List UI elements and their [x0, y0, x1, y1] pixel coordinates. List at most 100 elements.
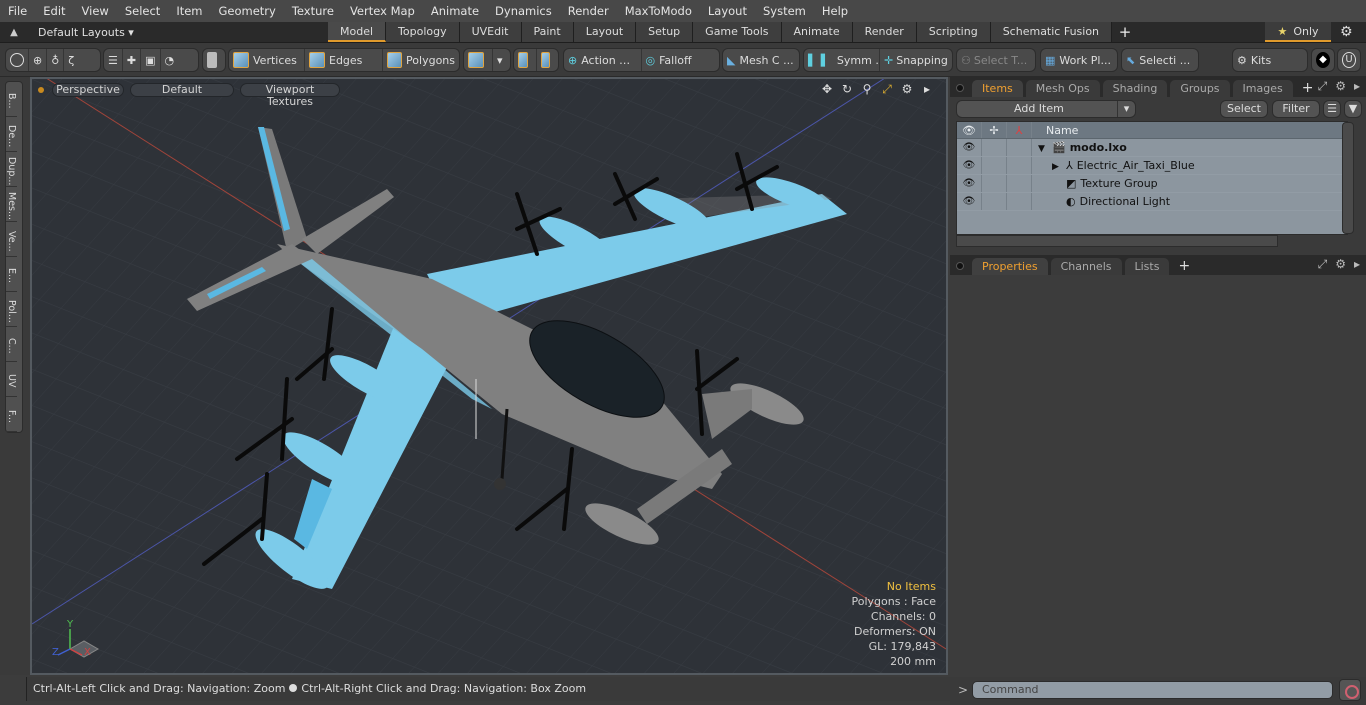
visibility-eye-icon[interactable]: 👁 [957, 139, 982, 156]
properties-dot-icon[interactable] [956, 262, 964, 270]
menu-layout[interactable]: Layout [700, 0, 755, 22]
lock-cell[interactable] [982, 139, 1007, 156]
pan-icon[interactable]: ✥ [820, 82, 834, 97]
menu-file[interactable]: File [0, 0, 35, 22]
side-tab[interactable]: De... [6, 117, 17, 152]
items-tab-groups[interactable]: Groups [1170, 80, 1230, 97]
properties-expand-icon[interactable]: ⤢ [1318, 257, 1328, 272]
add-tab-button[interactable]: + [1112, 22, 1138, 42]
lock-column-icon[interactable]: ✢ [982, 122, 1007, 138]
menu-animate[interactable]: Animate [423, 0, 487, 22]
symmetry-button[interactable]: ▌▐ Symm ... [804, 49, 880, 71]
dial-button[interactable]: ◔ [161, 49, 179, 71]
filter-button[interactable]: Filter [1272, 100, 1320, 118]
menu-edit[interactable]: Edit [35, 0, 73, 22]
default-layouts-dropdown[interactable]: Default Layouts ▾ [28, 26, 328, 39]
menu-geometry[interactable]: Geometry [211, 0, 284, 22]
vertices-button[interactable]: Vertices [229, 49, 305, 71]
snapping-button[interactable]: ✛ Snapping [880, 49, 952, 71]
expand-panel-icon[interactable]: ⤢ [1318, 79, 1328, 94]
menu-help[interactable]: Help [814, 0, 856, 22]
side-tab[interactable]: Pol... [6, 292, 17, 327]
side-tab[interactable]: Mes... [6, 187, 17, 222]
layout-tab-schematic-fusion[interactable]: Schematic Fusion [990, 21, 1113, 42]
properties-tab-lists[interactable]: Lists [1124, 258, 1170, 275]
viewport-active-dot[interactable] [38, 87, 44, 93]
stack-button[interactable]: ☰ [104, 49, 123, 71]
side-tab[interactable]: E... [6, 257, 17, 292]
name-column-header[interactable]: Name [1032, 122, 1078, 138]
tree-horizontal-scrollbar[interactable] [956, 235, 1278, 247]
items-tab-items[interactable]: Items [972, 80, 1023, 97]
properties-tab-properties[interactable]: Properties [972, 258, 1048, 275]
gear-icon[interactable]: ⚙ [1340, 24, 1353, 40]
locator-column-icon[interactable]: ⅄ [1007, 122, 1032, 138]
side-tab[interactable]: B... [6, 82, 17, 117]
circle-select-button[interactable] [6, 49, 29, 71]
side-tab[interactable]: F... [6, 397, 17, 432]
material-mode-button[interactable] [464, 49, 493, 71]
unreal-button[interactable]: U [1338, 49, 1360, 71]
scene-canvas[interactable]: Y X Z [32, 79, 946, 673]
side-tab[interactable]: Ve... [6, 222, 17, 257]
visibility-eye-icon[interactable]: 👁 [957, 157, 982, 174]
tree-row[interactable]: 👁 ◐ Directional Light [957, 193, 1347, 211]
tree-row[interactable]: 👁 ◩ Texture Group [957, 175, 1347, 193]
pivot-button[interactable] [537, 49, 559, 71]
shading-mode-button[interactable]: Default [130, 83, 234, 97]
menu-vertex-map[interactable]: Vertex Map [342, 0, 423, 22]
layout-tab-animate[interactable]: Animate [781, 21, 853, 42]
menu-dynamics[interactable]: Dynamics [487, 0, 560, 22]
center-button[interactable] [514, 49, 537, 71]
side-tab[interactable]: C... [6, 327, 17, 362]
panel-gear-icon[interactable]: ⚙ [1335, 79, 1346, 94]
properties-gear-icon[interactable]: ⚙ [1335, 257, 1346, 272]
zoom-icon[interactable]: ⚲ [860, 82, 874, 97]
layout-tab-uvedit[interactable]: UVEdit [459, 21, 522, 42]
add-properties-tab-button[interactable]: + [1172, 258, 1196, 275]
add-panel-tab-button[interactable]: + [1296, 80, 1320, 97]
action-button[interactable]: ⊕ Action … [564, 49, 642, 71]
lock-cell[interactable] [982, 193, 1007, 210]
globe-button[interactable]: ⊕ [29, 49, 48, 71]
panel-arrow-icon[interactable]: ▸ [1354, 79, 1360, 94]
items-tab-mesh-ops[interactable]: Mesh Ops [1025, 80, 1100, 97]
layout-tab-game-tools[interactable]: Game Tools [693, 21, 782, 42]
collapse-up-icon[interactable]: ▲ [0, 27, 28, 38]
item-mode-button[interactable] [203, 49, 225, 71]
select-button[interactable]: Select [1220, 100, 1268, 118]
expand-arrow-icon[interactable]: ▶ [1052, 158, 1066, 176]
edges-button[interactable]: Edges [305, 49, 383, 71]
menu-maxtomodo[interactable]: MaxToModo [617, 0, 700, 22]
falloff-button[interactable]: ◎ Falloff [642, 49, 720, 71]
layout-tab-paint[interactable]: Paint [521, 21, 574, 42]
layout-tab-render[interactable]: Render [852, 21, 917, 42]
funnel-button[interactable]: ▼ [1344, 100, 1362, 118]
side-tab[interactable]: UV [6, 362, 17, 397]
layout-tab-scripting[interactable]: Scripting [916, 21, 991, 42]
3d-viewport[interactable]: Y X Z Perspective Default Viewport Textu… [30, 77, 948, 675]
menu-system[interactable]: System [755, 0, 814, 22]
layout-tab-model[interactable]: Model [328, 21, 387, 42]
menu-view[interactable]: View [74, 0, 117, 22]
material-dropdown[interactable]: ▾ [493, 49, 507, 71]
kits-button[interactable]: ⚙ Kits [1233, 49, 1275, 71]
viewport-textures-button[interactable]: Viewport Textures [240, 83, 340, 108]
list-options-button[interactable]: ☰ [1323, 100, 1341, 118]
view-type-button[interactable]: Perspective [52, 83, 124, 97]
polygons-button[interactable]: Polygons [383, 49, 459, 71]
only-toggle[interactable]: ★ Only [1265, 22, 1331, 42]
selection-sets-button[interactable]: ⬉ Selecti ... [1122, 49, 1194, 71]
side-tab[interactable]: Dup... [6, 152, 17, 187]
mesh-constraint-button[interactable]: ◣ Mesh C ... [723, 49, 798, 71]
select-through-button[interactable]: ⚇ Select T... [957, 49, 1031, 71]
expand-arrow-icon[interactable]: ▼ [1038, 140, 1052, 158]
add-item-button[interactable]: Add Item ▾ [956, 100, 1136, 118]
tree-row[interactable]: 👁 ▶ ⅄ Electric_Air_Taxi_Blue [957, 157, 1347, 175]
work-plane-button[interactable]: ▦ Work Pl... [1041, 49, 1115, 71]
lock-cell[interactable] [982, 157, 1007, 174]
viewport-gear-icon[interactable]: ⚙ [900, 82, 914, 97]
menu-item[interactable]: Item [168, 0, 210, 22]
record-macro-button[interactable] [1339, 679, 1361, 701]
tree-vertical-scrollbar[interactable] [1342, 122, 1354, 234]
